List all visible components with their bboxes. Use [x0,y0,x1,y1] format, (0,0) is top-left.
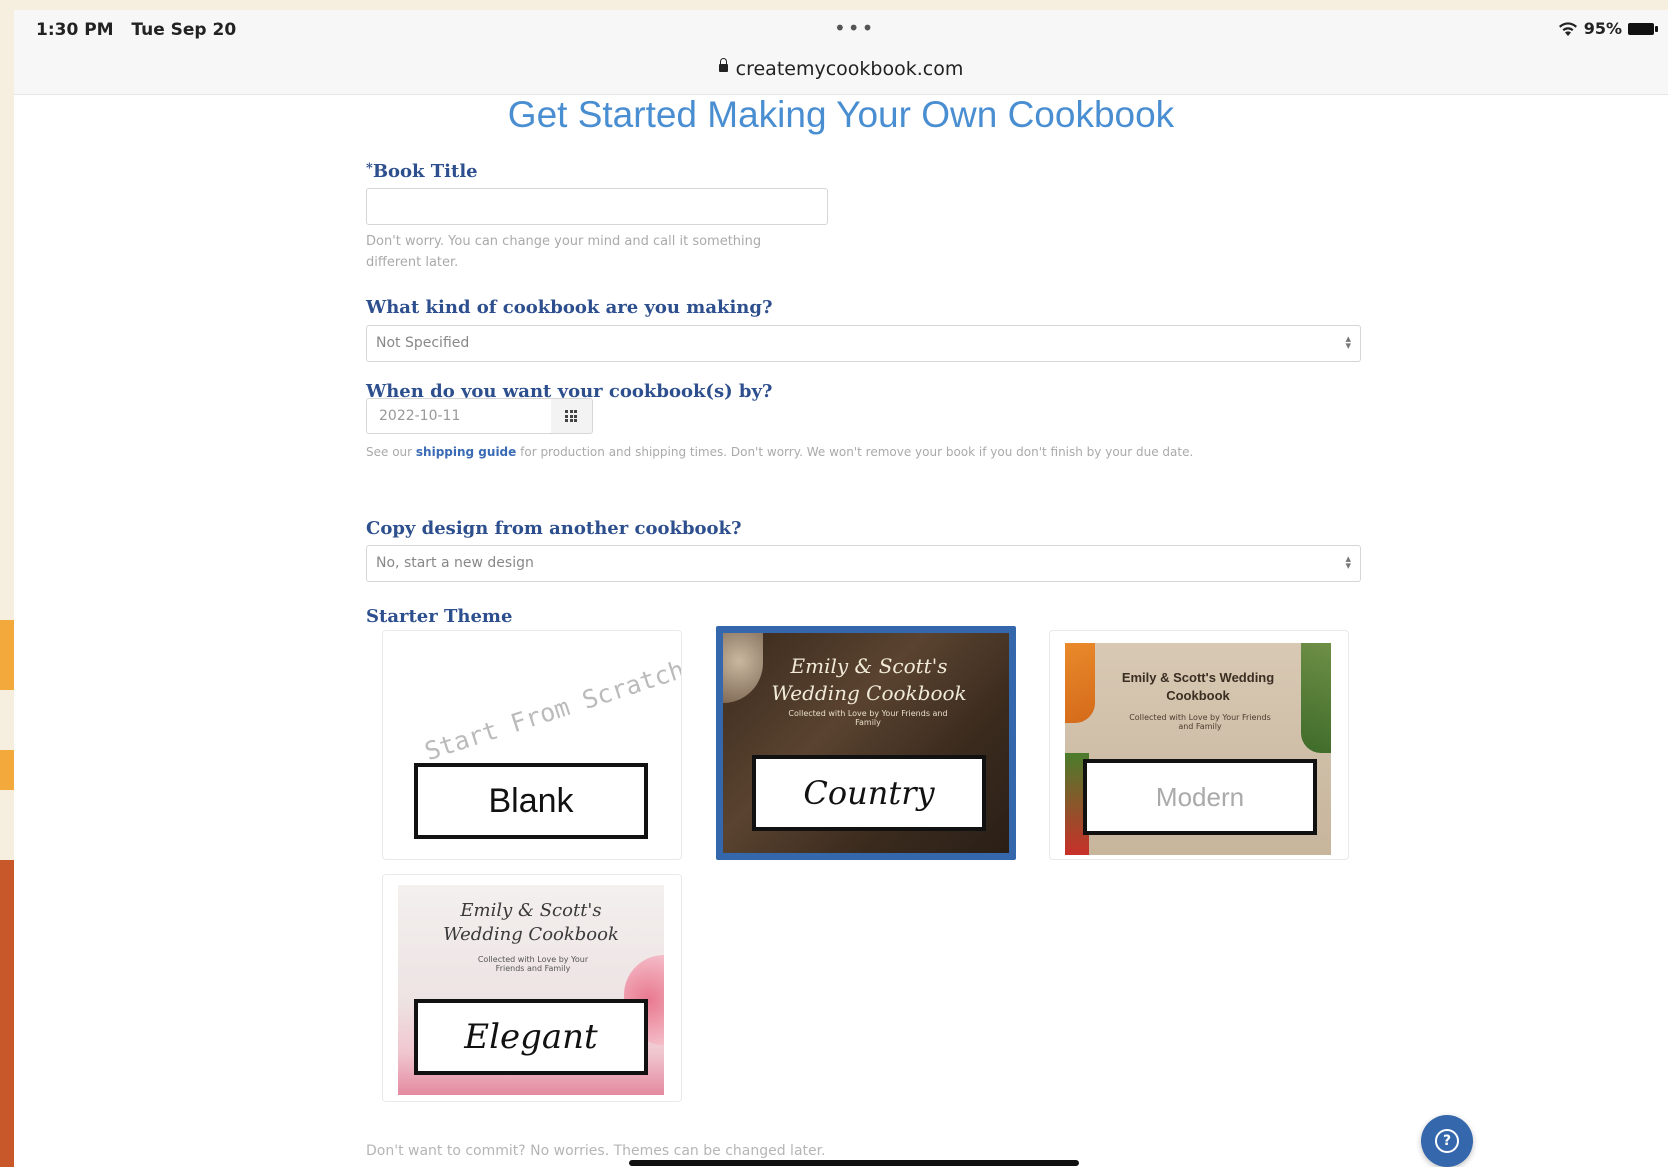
url-display[interactable]: createmycookbook.com [14,57,1668,80]
background-decoration [0,0,14,1167]
book-title-help-line: different later. [366,255,459,270]
deco-shape [0,860,14,1167]
cookbook-kind-label: What kind of cookbook are you making? [366,297,773,318]
ipad-screen: 1:30 PM Tue Sep 20 ••• 95% createmycookb… [14,10,1668,1167]
book-title-label: *Book Title [366,161,478,182]
book-title-help: Don't worry. You can change your mind an… [366,231,761,273]
start-from-scratch-text: Start From Scratch [421,654,682,767]
theme-card-elegant[interactable]: Emily & Scott's Wedding Cookbook Collect… [382,874,682,1102]
multitasking-dots[interactable]: ••• [834,16,875,40]
modern-cover-title: Emily & Scott's Wedding Cookbook [1121,670,1275,703]
theme-name-modern: Modern [1155,782,1245,812]
theme-label-box: Modern [1083,759,1317,835]
deco-shape [0,750,14,790]
required-mark: * [366,161,373,176]
help-suffix: for production and shipping times. Don't… [520,445,1194,459]
cookbook-kind-select[interactable]: Not Specified ▴ ▾ [366,325,1361,362]
theme-label-box: Elegant [414,999,648,1075]
select-arrows-icon: ▴ ▾ [1345,332,1351,352]
book-title-input[interactable] [366,188,828,225]
calendar-icon [565,410,577,422]
copy-design-selected: No, start a new design [376,555,534,571]
lock-icon [718,57,728,72]
starter-theme-label: Starter Theme [366,606,513,627]
bread-decoration [723,633,763,703]
url-text: createmycookbook.com [735,58,964,80]
due-date-input[interactable]: 2022-10-11 [366,398,552,434]
theme-card-modern[interactable]: Emily & Scott's Wedding Cookbook Collect… [1049,630,1349,860]
help-button[interactable]: ? [1421,1115,1473,1167]
calendar-button[interactable] [551,398,593,434]
wifi-icon [1558,21,1577,36]
theme-name-elegant: Elegant [464,1017,598,1057]
theme-name-blank: Blank [488,782,574,820]
theme-label-box: Country [752,755,986,831]
deco-shape [0,620,14,690]
status-time: 1:30 PM Tue Sep 20 [36,20,236,40]
modern-cover-subtitle: Collected with Love by Your Friends and … [1129,713,1271,731]
herb-decoration [1301,643,1331,753]
copy-design-select[interactable]: No, start a new design ▴ ▾ [366,545,1361,582]
copy-design-label: Copy design from another cookbook? [366,518,742,539]
footer-note: Don't want to commit? No worries. Themes… [366,1143,826,1159]
shipping-guide-link[interactable]: shipping guide [416,445,516,459]
book-title-help-line: Don't worry. You can change your mind an… [366,234,762,249]
due-date-value: 2022-10-11 [379,408,461,424]
theme-card-country[interactable]: Emily & Scott's Wedding Cookbook Collect… [716,626,1016,860]
theme-label-box: Blank [414,763,648,839]
help-prefix: See our [366,445,413,459]
theme-card-blank[interactable]: Start From Scratch Blank [382,630,682,860]
elegant-cover-title: Emily & Scott's Wedding Cookbook [443,900,619,945]
browser-url-bar[interactable]: createmycookbook.com [14,46,1668,95]
country-cover-title: Emily & Scott's Wedding Cookbook [771,654,967,705]
select-arrows-icon: ▴ ▾ [1345,552,1351,572]
page-title: Get Started Making Your Own Cookbook [507,94,1175,135]
elegant-cover-subtitle: Collected with Love by Your Friends and … [477,955,589,973]
battery-icon [1628,22,1658,35]
country-cover-subtitle: Collected with Love by Your Friends and … [788,709,948,727]
theme-name-country: Country [803,774,935,812]
status-bar: 1:30 PM Tue Sep 20 ••• 95% [14,10,1668,46]
time-text: 1:30 PM [36,20,114,40]
carrot-decoration [1065,643,1095,723]
due-date-help: See our shipping guide for production an… [366,442,1193,463]
status-indicators: 95% [1558,19,1658,38]
book-title-label-text: Book Title [372,161,478,182]
home-indicator[interactable] [629,1160,1079,1166]
question-circle-icon: ? [1435,1129,1459,1153]
cookbook-kind-selected: Not Specified [376,335,470,351]
date-text: Tue Sep 20 [131,20,237,40]
battery-percent: 95% [1583,19,1622,38]
